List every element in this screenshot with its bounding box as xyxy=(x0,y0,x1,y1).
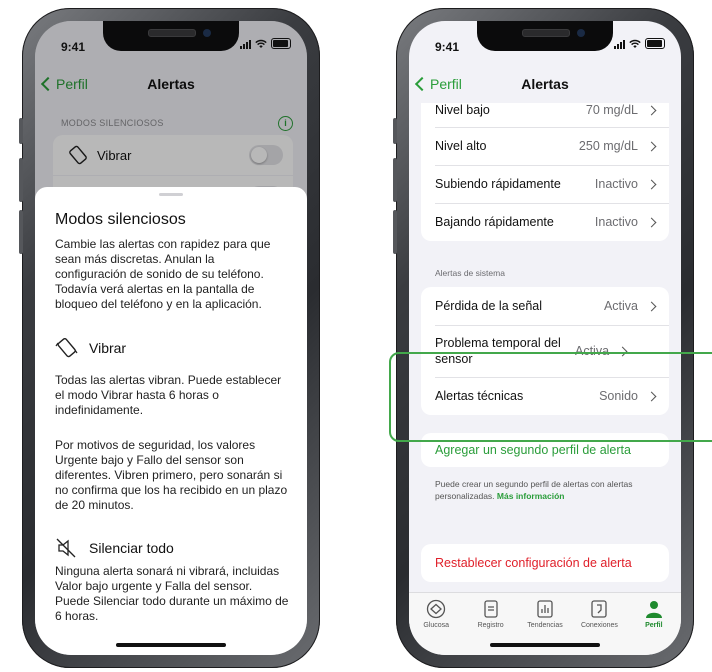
signal-icon xyxy=(240,39,251,49)
page-title: Alertas xyxy=(521,76,569,92)
vibrate-text: Todas las alertas vibran. Puede establec… xyxy=(55,373,282,417)
mute-heading-label: Silenciar todo xyxy=(89,540,174,556)
nav-bar: Perfil Alertas xyxy=(409,71,681,103)
info-sheet: Modos silenciosos Cambie las alertas con… xyxy=(35,187,307,655)
sheet-grabber[interactable] xyxy=(159,193,183,196)
vibrate-heading-label: Vibrar xyxy=(89,340,127,356)
chevron-right-icon xyxy=(646,141,657,151)
alert-row-high[interactable]: Nivel alto 250 mg/dL xyxy=(421,127,669,165)
wifi-icon xyxy=(629,39,641,48)
right-screen: 9:41 Perfil Alertas Nivel bajo 70 mg/dL N… xyxy=(409,21,681,655)
mute-icon xyxy=(56,538,76,558)
battery-icon xyxy=(645,38,665,49)
battery-icon xyxy=(271,38,291,49)
highlight-callout xyxy=(389,352,712,442)
status-time: 9:41 xyxy=(435,40,460,54)
vibrate-note: Por motivos de seguridad, los valores Ur… xyxy=(55,438,288,512)
vibrate-icon xyxy=(55,338,78,358)
reset-button[interactable]: Restablecer configuración de alerta xyxy=(421,544,669,582)
system-alerts-label: Alertas de sistema xyxy=(435,268,505,278)
glucose-alerts-list: Nivel bajo 70 mg/dL Nivel alto 250 mg/dL S… xyxy=(421,93,669,241)
home-indicator[interactable] xyxy=(116,643,226,647)
glucose-icon xyxy=(427,599,446,619)
status-time: 9:41 xyxy=(61,40,86,54)
chevron-right-icon xyxy=(646,301,657,311)
chevron-right-icon xyxy=(646,105,657,115)
trends-icon xyxy=(537,600,553,618)
vibrate-heading: Vibrar xyxy=(55,337,126,359)
notch xyxy=(477,21,613,51)
sheet-title: Modos silenciosos xyxy=(55,211,186,228)
mute-text: Ninguna alerta sonará ni vibrará, inclui… xyxy=(55,564,289,623)
alert-row-falling[interactable]: Bajando rápidamente Inactivo xyxy=(421,203,669,241)
tab-glucosa[interactable]: Glucosa xyxy=(409,593,463,655)
right-phone: 9:41 Perfil Alertas Nivel bajo 70 mg/dL N… xyxy=(393,8,694,668)
alert-row-signal-loss[interactable]: Pérdida de la señal Activa xyxy=(421,287,669,325)
mute-heading: Silenciar todo xyxy=(55,537,174,559)
notch xyxy=(103,21,239,51)
more-info-link[interactable]: Más información xyxy=(497,491,565,501)
chevron-right-icon xyxy=(646,217,657,227)
reset-list: Restablecer configuración de alerta xyxy=(421,544,669,582)
wifi-icon xyxy=(255,39,267,48)
tab-perfil[interactable]: Perfil xyxy=(627,593,681,655)
connections-icon xyxy=(591,600,608,618)
left-screen: 9:41 Perfil Alertas MODOS SILENCIOSOS i … xyxy=(35,21,307,655)
profile-icon xyxy=(645,601,662,618)
log-icon xyxy=(483,600,498,618)
alert-row-rising[interactable]: Subiendo rápidamente Inactivo xyxy=(421,165,669,203)
signal-icon xyxy=(614,39,625,49)
sheet-intro: Cambie las alertas con rapidez para que … xyxy=(55,237,271,311)
left-phone: 9:41 Perfil Alertas MODOS SILENCIOSOS i … xyxy=(19,8,320,668)
add-profile-note: Puede crear un segundo perfil de alertas… xyxy=(435,479,633,501)
home-indicator[interactable] xyxy=(490,643,600,647)
chevron-right-icon xyxy=(646,179,657,189)
